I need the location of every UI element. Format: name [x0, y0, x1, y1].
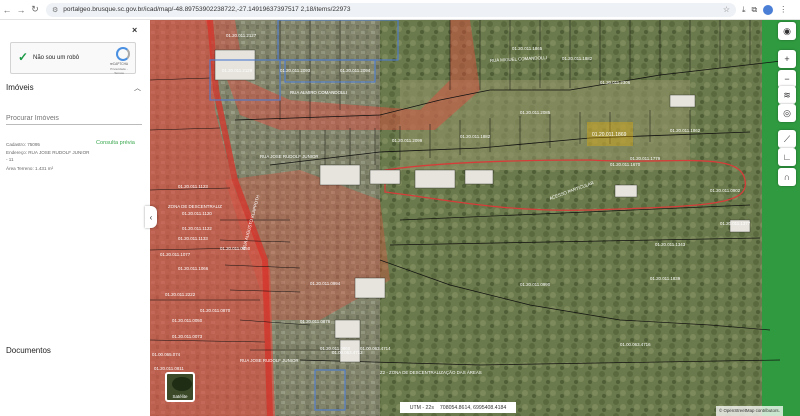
- close-icon[interactable]: ×: [132, 25, 137, 35]
- parcel-label: 01.20.011.1779: [630, 156, 661, 161]
- selected-parcel-label: 01.20.011.1869: [592, 132, 627, 138]
- search-imoveis-input[interactable]: [6, 113, 142, 125]
- section-title-documentos[interactable]: Documentos: [6, 346, 51, 355]
- parcel-label: 01.20.011.1882: [460, 134, 491, 139]
- satellite-label: Satélite: [172, 394, 188, 399]
- parcel-label: RUA JOSE RUDOLF JUNIOR: [240, 358, 299, 363]
- parcel-label: 01.20.011.0050: [172, 318, 203, 323]
- user-icon[interactable]: ◉: [778, 22, 796, 40]
- tree-thumbnail: [172, 377, 192, 391]
- parcel-label: 01.20.011.0902: [710, 188, 741, 193]
- collapse-sidebar-button[interactable]: ‹: [145, 206, 157, 228]
- recaptcha-brand: reCAPTCHA: [109, 62, 129, 66]
- parcel-label: 01.20.011.0073: [172, 334, 203, 339]
- magnet-icon[interactable]: ∩: [778, 168, 796, 186]
- ruler-icon[interactable]: ⟋: [778, 130, 796, 148]
- map-attribution[interactable]: © OpenStreetMap contributors.: [716, 406, 783, 416]
- profile-avatar[interactable]: [763, 4, 774, 15]
- parcel-label: 01.00.063.4716: [620, 342, 651, 347]
- coords-value: 708054.8614, 6995408.4184: [439, 404, 507, 411]
- parcel-label: 01.20.011.2099: [392, 138, 423, 143]
- parcel-label: 01.20.011.0811: [154, 366, 184, 371]
- checkmark-icon[interactable]: ✓: [18, 50, 28, 64]
- recaptcha-privacy[interactable]: Privacidade - Termos: [105, 67, 133, 75]
- target-icon[interactable]: ◎: [778, 104, 796, 122]
- parcel-label: Z2 - ZONA DE DESCENTRALIZAÇÃO DAS ÁREAS: [380, 370, 482, 375]
- parcel-label: 01.20.011.0876: [300, 319, 331, 324]
- parcel-label: 01.20.011.1862: [670, 128, 701, 133]
- parcel-label: 01.20.011.0990: [520, 282, 551, 287]
- url-text: portalgeo.brusque.sc.gov.br/icad/map/-48…: [63, 6, 351, 13]
- parcel-label: 01.20.011.2306: [600, 80, 631, 85]
- area-info: Área Terreno: 1.431 m²: [6, 166, 54, 171]
- parcel-label: 01.20.011.0850: [220, 246, 251, 251]
- endereco-info: Endereço: RUA JOSE RUDOLF JUNIOR: [6, 150, 90, 155]
- back-icon[interactable]: ←: [0, 3, 14, 17]
- recaptcha-logo-icon: [116, 47, 130, 61]
- parcel-label: 01.20.011.2222: [165, 292, 196, 297]
- parcel-label: 01.20.011.0870: [200, 308, 231, 313]
- parcel-label: 01.20.011.1377: [720, 221, 751, 226]
- map-svg[interactable]: 01.20.011.1869 01.20.011.2127 01.20.011.2…: [150, 20, 800, 416]
- address-bar[interactable]: ⚙ portalgeo.brusque.sc.gov.br/icad/map/-…: [46, 2, 736, 17]
- parcel-label: 01.20.011.1882: [562, 56, 593, 61]
- sidebar-panel: × ✓ Não sou um robô reCAPTCHA Privacidad…: [0, 20, 150, 416]
- cadastro-info: Cadastro: 75095: [6, 142, 40, 147]
- parcel-label: 01.20.011.1122: [182, 226, 212, 231]
- zoom-in-button[interactable]: +: [778, 50, 796, 68]
- parcel-label: 01.00.065.074: [152, 352, 181, 357]
- menu-icon[interactable]: ⋮: [779, 5, 787, 14]
- recaptcha-box[interactable]: ✓ Não sou um robô reCAPTCHA Privacidade …: [10, 42, 136, 75]
- section-title-imoveis[interactable]: Imóveis: [6, 83, 34, 92]
- parcel-label: 01.20.011.0994: [310, 281, 341, 286]
- site-info-icon[interactable]: ⚙: [52, 6, 58, 14]
- endereco-number: - 11: [6, 157, 14, 162]
- consulta-previa-link[interactable]: Consulta prévia: [96, 140, 135, 146]
- download-icon[interactable]: ⤓: [742, 5, 746, 15]
- parcel-label: 01.20.011.1123: [178, 184, 208, 189]
- parcel-label: 01.20.011.2127: [226, 33, 257, 38]
- browser-toolbar: ← → ↻ ⚙ portalgeo.brusque.sc.gov.br/icad…: [0, 0, 800, 20]
- parcel-label: 01.20.011.1343: [655, 242, 686, 247]
- forward-icon[interactable]: →: [14, 3, 28, 17]
- parcel-label: 01.20.011.2094: [340, 68, 371, 73]
- parcel-label: ZONA DE DESCENTRALIZ: [168, 204, 222, 209]
- layers-icon[interactable]: ≋: [778, 86, 796, 104]
- satellite-toggle-button[interactable]: Satélite: [165, 372, 195, 402]
- parcel-label: 01.20.011.1133: [178, 236, 208, 241]
- parcel-label: 01.20.011.1839: [650, 276, 681, 281]
- parcel-label: 01.00.063.4714: [360, 346, 391, 351]
- parcel-label: 01.20.011.1066: [178, 266, 209, 271]
- parcel-label: 01.20.011.1120: [182, 211, 212, 216]
- parcel-label: RUA JOSE RUDOLF JUNIOR: [260, 154, 319, 159]
- captcha-label: Não sou um robô: [33, 55, 80, 61]
- parcel-label: 01.20.011.1865: [512, 46, 543, 51]
- parcel-label: 01.20.011.1077: [160, 252, 191, 257]
- chevron-up-icon[interactable]: ︿: [134, 83, 141, 93]
- map-toolbar: ◉ + − ≋ ◎ ⟋ ∟ ∩: [776, 20, 800, 416]
- angle-icon[interactable]: ∟: [778, 148, 796, 166]
- parcel-label: 01.20.011.2129: [222, 68, 253, 73]
- map-canvas[interactable]: 01.20.011.1869 01.20.011.2127 01.20.011.2…: [150, 20, 800, 416]
- parcel-label: RUA ALMIRO COMANDOLLI: [290, 90, 347, 95]
- parcel-label: 01.20.011.1670: [610, 162, 641, 167]
- extensions-icon[interactable]: ⧉: [752, 5, 758, 15]
- parcel-label: 01.20.011.2093: [280, 68, 311, 73]
- reload-icon[interactable]: ↻: [28, 3, 42, 17]
- coordinate-readout: UTM - 22s 708054.8614, 6995408.4184: [400, 402, 516, 413]
- parcel-label: 01.00.063.4712: [332, 350, 363, 355]
- bookmark-star-icon[interactable]: ☆: [723, 5, 730, 14]
- parcel-label: 01.20.011.2085: [520, 110, 551, 115]
- coords-zone: UTM - 22s: [409, 404, 434, 411]
